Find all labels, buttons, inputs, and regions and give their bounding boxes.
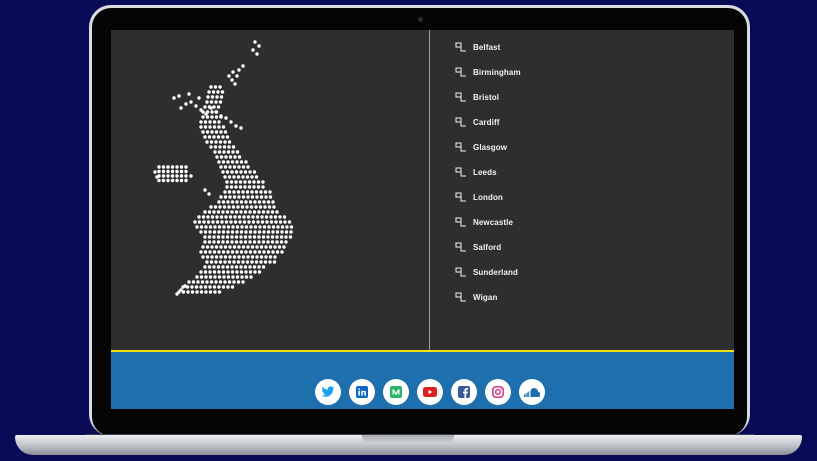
city-label: Belfast bbox=[473, 43, 501, 52]
city-item-glasgow[interactable]: Glasgow bbox=[455, 142, 521, 168]
medium-button[interactable] bbox=[383, 379, 409, 405]
city-label: Bristol bbox=[473, 93, 500, 102]
city-label: Birmingham bbox=[473, 68, 521, 77]
laptop-notch bbox=[362, 435, 454, 444]
instagram-icon bbox=[492, 386, 504, 398]
city-item-leeds[interactable]: Leeds bbox=[455, 167, 521, 193]
location-icon bbox=[455, 117, 467, 127]
location-icon bbox=[455, 92, 467, 102]
location-icon bbox=[455, 167, 467, 177]
uk-dot-map[interactable] bbox=[111, 30, 429, 350]
soundcloud-button[interactable] bbox=[519, 379, 545, 405]
facebook-icon bbox=[458, 386, 470, 398]
instagram-button[interactable] bbox=[485, 379, 511, 405]
city-list: Belfast Birmingham Bristol Cardiff Glasg… bbox=[455, 42, 521, 318]
city-item-wigan[interactable]: Wigan bbox=[455, 292, 521, 318]
location-icon bbox=[455, 267, 467, 277]
city-item-birmingham[interactable]: Birmingham bbox=[455, 67, 521, 93]
soundcloud-icon bbox=[524, 387, 540, 397]
city-label: Salford bbox=[473, 243, 502, 252]
city-label: Glasgow bbox=[473, 143, 508, 152]
twitter-icon bbox=[321, 386, 335, 397]
city-item-london[interactable]: London bbox=[455, 192, 521, 218]
location-icon bbox=[455, 67, 467, 77]
laptop-screen: Belfast Birmingham Bristol Cardiff Glasg… bbox=[111, 30, 734, 409]
city-item-sunderland[interactable]: Sunderland bbox=[455, 267, 521, 293]
city-item-belfast[interactable]: Belfast bbox=[455, 42, 521, 68]
twitter-button[interactable] bbox=[315, 379, 341, 405]
camera-icon bbox=[418, 17, 423, 22]
medium-icon bbox=[390, 386, 402, 398]
footer-bar bbox=[111, 350, 734, 409]
vertical-divider bbox=[429, 30, 430, 351]
city-label: Newcastle bbox=[473, 218, 514, 227]
facebook-button[interactable] bbox=[451, 379, 477, 405]
youtube-icon bbox=[423, 387, 437, 397]
city-label: Wigan bbox=[473, 293, 498, 302]
youtube-button[interactable] bbox=[417, 379, 443, 405]
city-label: Leeds bbox=[473, 168, 497, 177]
city-item-bristol[interactable]: Bristol bbox=[455, 92, 521, 118]
location-icon bbox=[455, 292, 467, 302]
location-icon bbox=[455, 42, 467, 52]
linkedin-icon bbox=[356, 386, 368, 398]
location-icon bbox=[455, 142, 467, 152]
city-item-salford[interactable]: Salford bbox=[455, 242, 521, 268]
city-item-newcastle[interactable]: Newcastle bbox=[455, 217, 521, 243]
linkedin-button[interactable] bbox=[349, 379, 375, 405]
city-label: Cardiff bbox=[473, 118, 500, 127]
location-icon bbox=[455, 192, 467, 202]
location-icon bbox=[455, 242, 467, 252]
city-item-cardiff[interactable]: Cardiff bbox=[455, 117, 521, 143]
city-label: London bbox=[473, 193, 503, 202]
location-icon bbox=[455, 217, 467, 227]
city-label: Sunderland bbox=[473, 268, 519, 277]
social-links bbox=[315, 379, 545, 405]
